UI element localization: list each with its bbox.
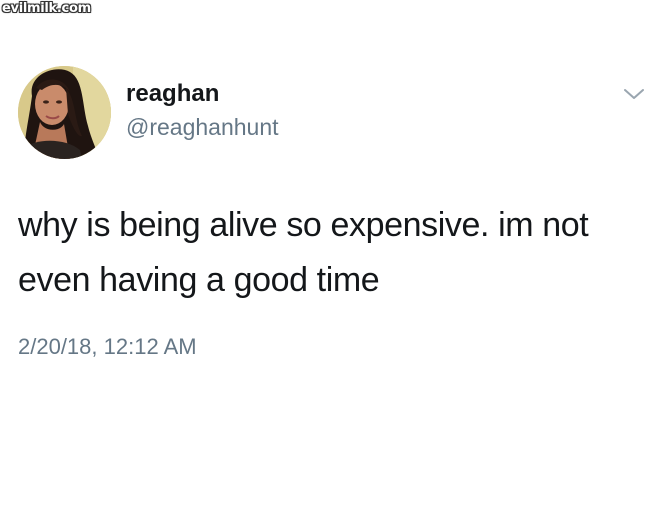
user-handle[interactable]: @reaghanhunt [126, 113, 279, 141]
tweet-text-line-1: why is being alive so expensive. im not [18, 206, 589, 244]
watermark-logo: evilmilk.com [2, 1, 91, 16]
tweet-header: reaghan @reaghanhunt [18, 66, 650, 160]
tweet-text: why is being alive so expensive. im not … [18, 198, 638, 308]
avatar[interactable] [18, 66, 111, 159]
chevron-down-icon[interactable] [622, 86, 646, 102]
display-name[interactable]: reaghan [126, 80, 219, 108]
avatar-image [18, 66, 111, 159]
tweet-text-line-2: even having a good time [18, 261, 380, 299]
tweet-timestamp[interactable]: 2/20/18, 12:12 AM [18, 332, 197, 362]
